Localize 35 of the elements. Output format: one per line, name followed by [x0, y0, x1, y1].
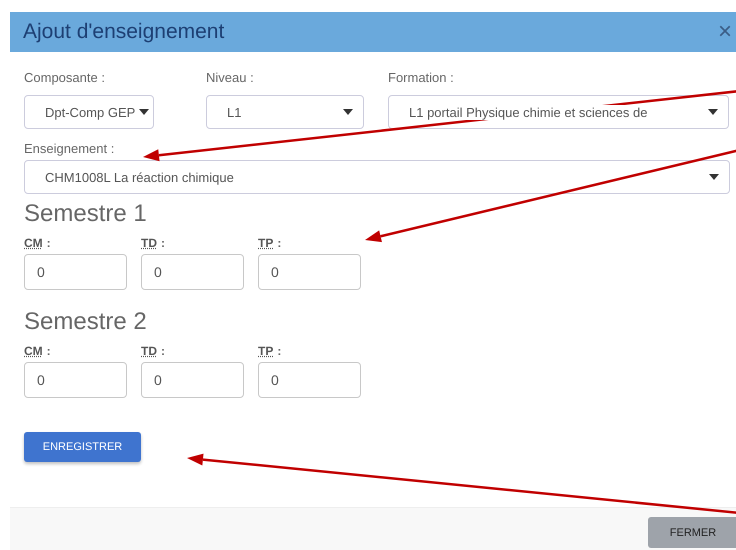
- colon: :: [161, 344, 165, 358]
- section-heading: Semestre 2: [24, 308, 148, 336]
- window-title: Ajout d'enseignement: [23, 20, 224, 44]
- number-field[interactable]: 0: [141, 362, 244, 398]
- field-label: CM: [24, 344, 43, 358]
- caret-icon: [708, 109, 718, 115]
- field-label: TD: [141, 344, 157, 358]
- section-heading: Semestre 1: [24, 200, 148, 228]
- field-label: Niveau :: [206, 70, 255, 85]
- number-field[interactable]: 0: [141, 254, 244, 290]
- dropdown[interactable]: L1: [206, 95, 364, 129]
- caret-icon: [709, 174, 719, 180]
- caret-icon: [139, 109, 150, 115]
- field-label: TD: [141, 236, 157, 250]
- dropdown[interactable]: Dpt-Comp GEP: [24, 95, 154, 129]
- number-field[interactable]: 0: [258, 362, 361, 398]
- field-label: Formation :: [388, 70, 455, 85]
- save-button[interactable]: ENREGISTRER: [24, 432, 141, 462]
- field-label: CM: [24, 236, 43, 250]
- colon: :: [277, 344, 282, 358]
- colon: :: [277, 236, 282, 250]
- field-label: TP: [258, 236, 274, 250]
- caret-icon: [343, 109, 353, 115]
- dropdown[interactable]: L1 portail Physique chimie et sciences de: [388, 95, 729, 129]
- dropdown[interactable]: CHM1008L La réaction chimique: [24, 160, 730, 194]
- number-field[interactable]: 0: [24, 254, 127, 290]
- colon: :: [46, 236, 51, 250]
- colon: :: [46, 344, 51, 358]
- field-label: TP: [258, 344, 274, 358]
- number-field[interactable]: 0: [24, 362, 127, 398]
- field-label: Composante :: [24, 70, 106, 85]
- field-label: Enseignement :: [24, 141, 116, 156]
- number-field[interactable]: 0: [258, 254, 361, 290]
- close-button[interactable]: FERMER: [648, 517, 736, 548]
- colon: :: [161, 236, 165, 250]
